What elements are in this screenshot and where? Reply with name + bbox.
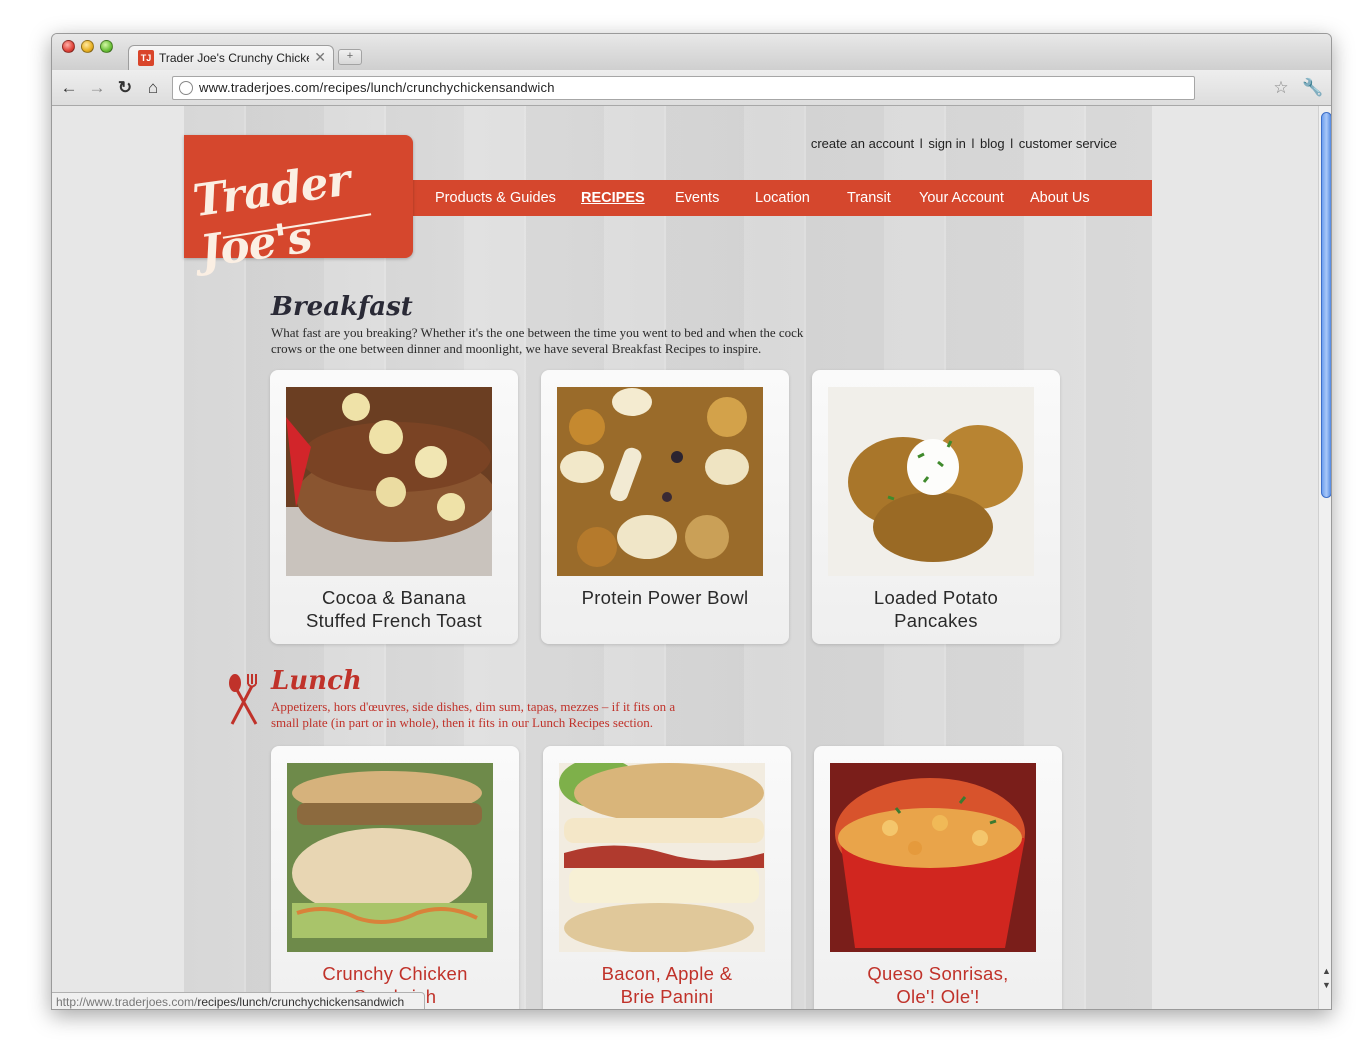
recipe-card-loaded-potato-pancakes[interactable]: Loaded Potato Pancakes: [812, 370, 1060, 644]
address-bar[interactable]: www.traderjoes.com/recipes/lunch/crunchy…: [172, 76, 1195, 100]
new-tab-button[interactable]: +: [338, 49, 362, 65]
home-icon[interactable]: ⌂: [142, 77, 164, 99]
card-label: Cocoa & Banana Stuffed French Toast: [305, 587, 483, 631]
panini-photo: [559, 763, 765, 952]
scroll-down-arrow-icon[interactable]: ▼: [1322, 980, 1331, 990]
browser-window: TJ Trader Joe's Crunchy Chicken ✕ + ← → …: [51, 33, 1332, 1010]
lunch-heading: Lunch: [271, 666, 362, 696]
tab-close-icon[interactable]: ✕: [314, 49, 326, 66]
vertical-scrollbar[interactable]: ▲ ▼: [1318, 106, 1331, 1009]
zoom-window-button[interactable]: [100, 40, 113, 53]
protein-bowl-photo: [557, 387, 763, 576]
status-url-host: http://www.traderjoes.com/: [56, 995, 198, 1009]
reload-icon[interactable]: ↻: [114, 77, 136, 99]
status-bar: http://www.traderjoes.com/recipes/lunch/…: [52, 992, 426, 1009]
page-body: create an account l sign in l blog l cus…: [184, 106, 1152, 1009]
utility-separator: l: [971, 136, 975, 151]
minimize-window-button[interactable]: [81, 40, 94, 53]
nav-your-account[interactable]: Your Account: [919, 190, 1004, 206]
sign-in-link[interactable]: sign in: [928, 136, 966, 151]
forward-arrow-icon[interactable]: →: [86, 77, 108, 99]
browser-tab[interactable]: TJ Trader Joe's Crunchy Chicken ✕: [128, 45, 334, 70]
title-bar: TJ Trader Joe's Crunchy Chicken ✕ +: [52, 34, 1331, 70]
create-account-link[interactable]: create an account: [811, 136, 914, 151]
chicken-sandwich-photo: [287, 763, 493, 952]
logo-wordmark: Trader Joe's: [189, 154, 353, 278]
breakfast-description: What fast are you breaking? Whether it's…: [271, 325, 804, 356]
globe-icon: [179, 81, 193, 95]
scrollbar-thumb[interactable]: [1321, 112, 1331, 498]
card-label: Queso Sonrisas, Ole'! Ole'!: [867, 963, 1009, 1007]
utility-separator: l: [919, 136, 923, 151]
browser-toolbar: ← → ↻ ⌂ www.traderjoes.com/recipes/lunch…: [52, 70, 1331, 106]
utility-separator: l: [1010, 136, 1014, 151]
recipe-card-bacon-apple-brie-panini[interactable]: Bacon, Apple & Brie Panini: [543, 746, 791, 1009]
blog-link[interactable]: blog: [980, 136, 1005, 151]
fork-spoon-icon: [229, 674, 258, 725]
french-toast-photo: [286, 387, 492, 576]
scroll-up-arrow-icon[interactable]: ▲: [1322, 966, 1331, 976]
queso-sonrisas-photo: [830, 763, 1036, 952]
recipe-card-crunchy-chicken-sandwich[interactable]: Crunchy Chicken Sandwich: [271, 746, 519, 1009]
card-label: Protein Power Bowl: [581, 587, 749, 608]
status-url-path: recipes/lunch/crunchychickensandwich: [197, 995, 405, 1009]
potato-pancakes-photo: [828, 387, 1034, 576]
wrench-icon[interactable]: 🔧: [1302, 77, 1324, 99]
utility-links: create an account l sign in l blog l cus…: [810, 136, 1118, 151]
bookmark-star-icon[interactable]: ☆: [1270, 77, 1292, 99]
favicon-icon: TJ: [138, 50, 154, 66]
nav-transit[interactable]: Transit: [847, 190, 891, 206]
trader-joes-logo[interactable]: Trader Joe's: [184, 135, 413, 278]
recipe-card-cocoa-banana-toast[interactable]: Cocoa & Banana Stuffed French Toast: [270, 370, 518, 644]
page-viewport: create an account l sign in l blog l cus…: [52, 106, 1318, 1009]
recipe-card-protein-power-bowl[interactable]: Protein Power Bowl: [541, 370, 789, 644]
url-text: www.traderjoes.com/recipes/lunch/crunchy…: [199, 80, 555, 95]
nav-events[interactable]: Events: [675, 190, 719, 206]
close-window-button[interactable]: [62, 40, 75, 53]
nav-products-guides[interactable]: Products & Guides: [435, 190, 556, 206]
card-label: Loaded Potato Pancakes: [873, 587, 999, 631]
breakfast-heading: Breakfast: [271, 292, 413, 322]
customer-service-link[interactable]: customer service: [1019, 136, 1117, 151]
recipe-card-queso-sonrisas[interactable]: Queso Sonrisas, Ole'! Ole'!: [814, 746, 1062, 1009]
nav-location[interactable]: Location: [755, 190, 810, 206]
nav-recipes[interactable]: RECIPES: [581, 190, 645, 206]
back-arrow-icon[interactable]: ←: [58, 77, 80, 99]
lunch-description: Appetizers, hors d'œuvres, side dishes, …: [271, 699, 676, 730]
tab-title: Trader Joe's Crunchy Chicken: [159, 51, 309, 65]
nav-about-us[interactable]: About Us: [1030, 190, 1090, 206]
card-label: Bacon, Apple & Brie Panini: [601, 963, 733, 1007]
